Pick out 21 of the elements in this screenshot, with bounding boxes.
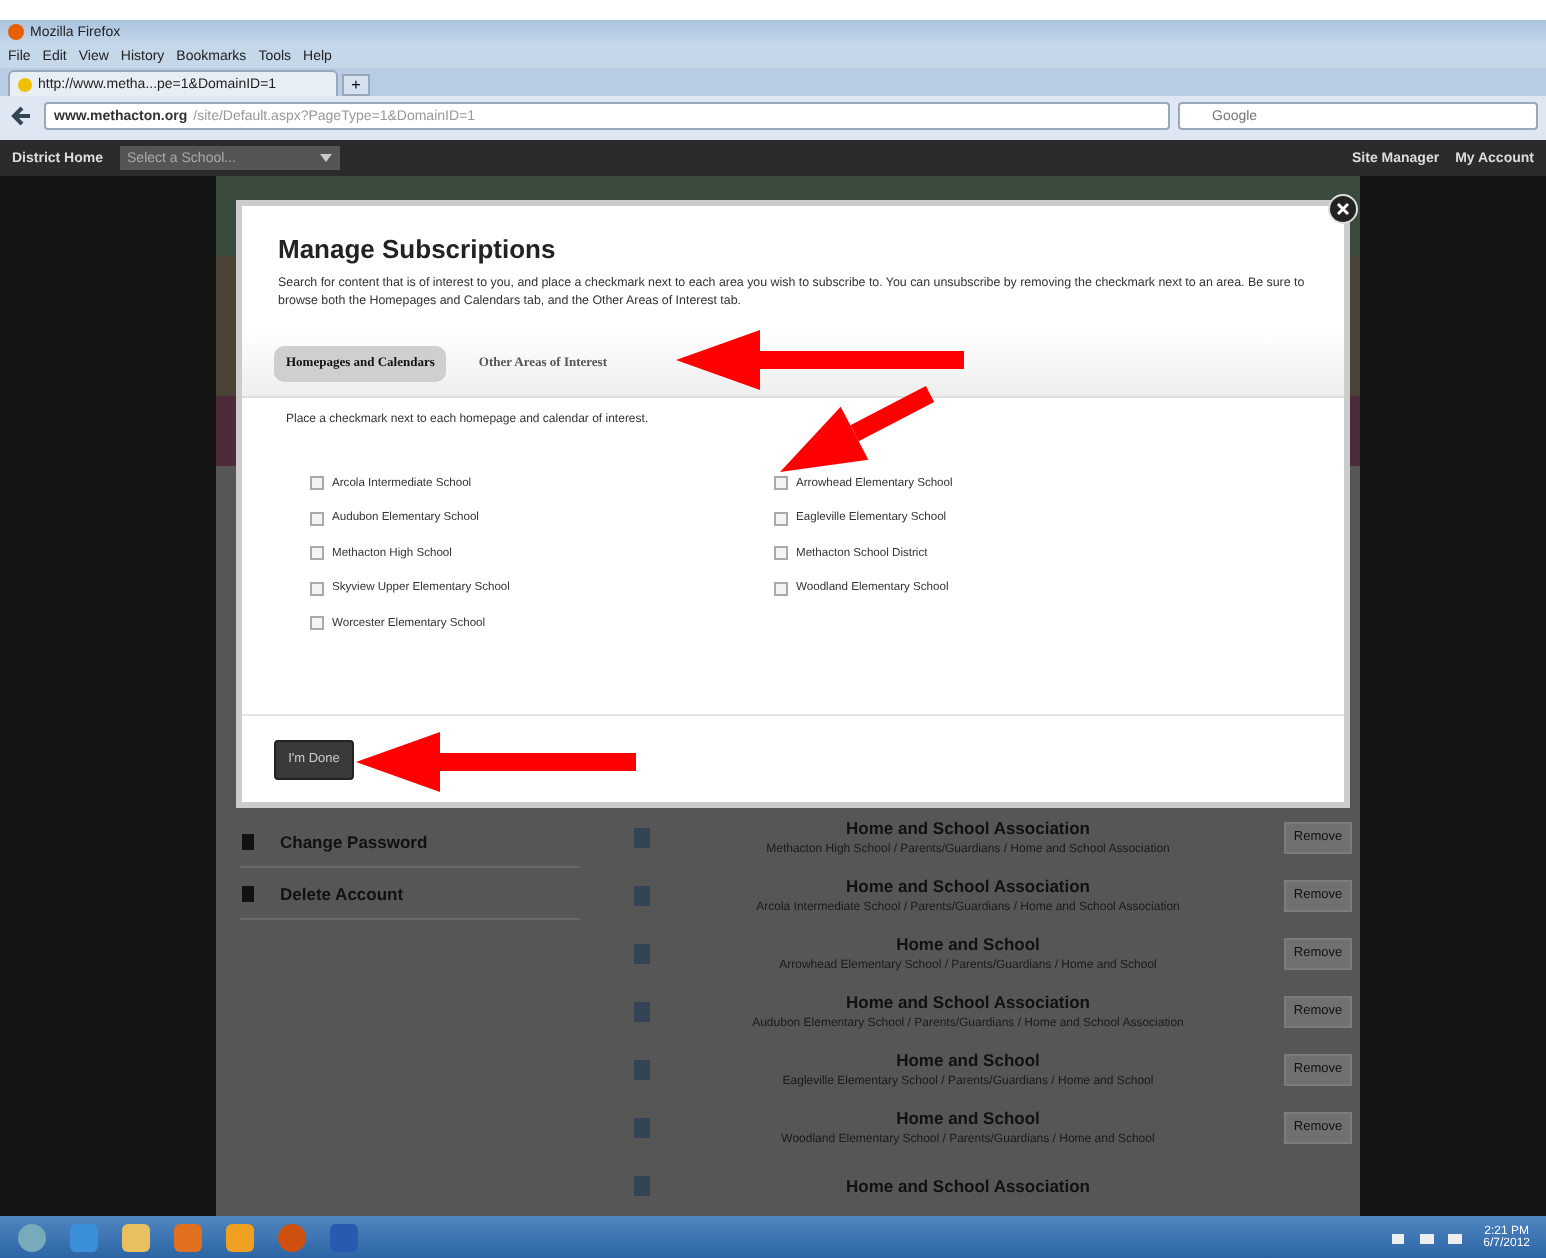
checkbox[interactable] [310, 546, 324, 561]
subscription-title: Home and School Association [845, 818, 1090, 838]
checkbox[interactable] [310, 476, 324, 491]
subscription-title: Home and School [896, 934, 1040, 954]
close-icon[interactable] [1328, 194, 1358, 224]
dialog-title: Manage Subscriptions [278, 234, 558, 264]
subscription-title: Home and School Association [845, 876, 1090, 896]
new-tab-button[interactable]: + [342, 74, 370, 96]
checkbox[interactable] [774, 476, 788, 491]
caret-icon [319, 154, 332, 162]
subscription-title: Home and School [896, 1050, 1040, 1070]
checkbox[interactable] [310, 581, 324, 596]
subscription-title: Home and School Association [845, 1175, 1090, 1195]
back-icon[interactable] [8, 102, 36, 130]
subscription-title: Home and School Association [845, 992, 1090, 1012]
checkbox[interactable] [774, 581, 788, 596]
checkbox[interactable] [310, 511, 324, 526]
checkbox[interactable] [774, 546, 788, 561]
subscription-title: Home and School [896, 1108, 1040, 1128]
checkbox[interactable] [310, 616, 324, 631]
checkbox[interactable] [774, 511, 788, 526]
